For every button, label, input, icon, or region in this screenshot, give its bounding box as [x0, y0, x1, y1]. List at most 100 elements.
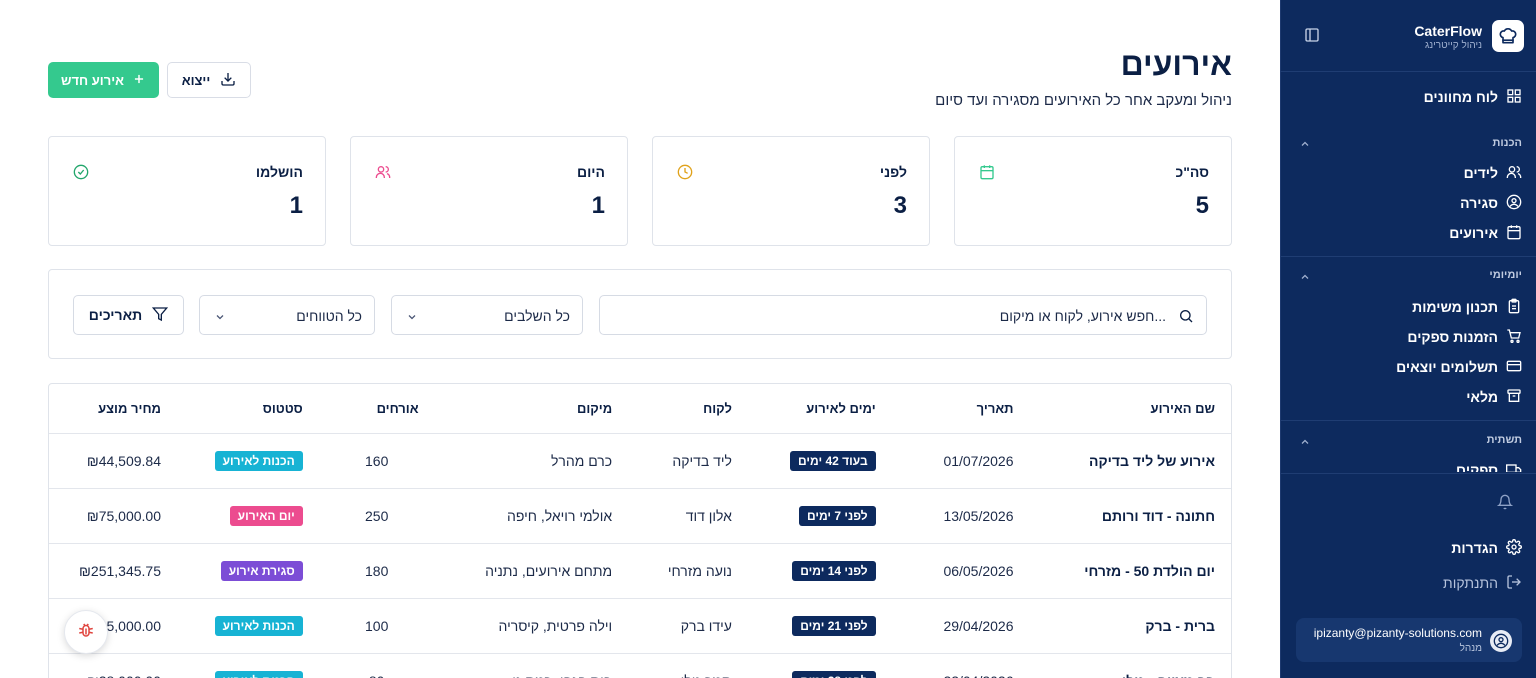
export-button[interactable]: ייצוא: [167, 62, 251, 98]
client-cell: תמר גולן: [628, 653, 748, 678]
table-row[interactable]: בר מצווה - גולן22/04/2026 לפני 28 ימים תמר…: [49, 653, 1231, 678]
sidebar-item-closing[interactable]: סגירה: [1460, 191, 1522, 215]
sidebar-item-suppliers[interactable]: ספקים: [1456, 458, 1522, 472]
nav-group-infra: תשתית: [1486, 434, 1522, 446]
sidebar-item-label: תכנון משימות: [1412, 299, 1498, 315]
stat-label: הושלמו: [255, 164, 303, 180]
days-cell: לפני 21 ימים: [747, 598, 892, 654]
column-header[interactable]: תאריך: [891, 384, 1030, 434]
event-name-cell: אירוע של ליד בדיקה: [1029, 433, 1231, 489]
column-header[interactable]: מיקום: [434, 384, 629, 434]
stage-select[interactable]: כל השלבים: [391, 295, 583, 335]
sidebar-item-inventory[interactable]: מלאי: [1466, 385, 1522, 409]
sidebar-toggle-icon[interactable]: [1304, 27, 1322, 45]
user-circle-icon: [1506, 194, 1522, 213]
dates-filter-button[interactable]: תאריכים: [73, 295, 184, 335]
main-content: אירועים ניהול ומעקב אחר כל האירועים מסגי…: [48, 0, 1232, 678]
bell-icon[interactable]: [1496, 494, 1514, 510]
range-select[interactable]: כל הטווחים: [199, 295, 375, 335]
table-row[interactable]: אירוע של ליד בדיקה 01/07/2026 בעוד 42 ימים…: [49, 433, 1231, 489]
column-header[interactable]: מחיר מוצע: [49, 384, 177, 434]
sidebar-item-outgoing-payments[interactable]: תשלומים יוצאים: [1396, 355, 1522, 379]
table-row[interactable]: חתונה - דוד ורותם 13/05/2026 לפני 7 ימים אל…: [49, 488, 1231, 544]
event-name-cell: בר מצווה - גולן: [1029, 653, 1231, 678]
days-badge: לפני 7 ימים: [798, 505, 876, 526]
search-placeholder: חפש אירוע, לקוח או מיקום...: [999, 308, 1166, 324]
sidebar-item-label: אירועים: [1449, 225, 1498, 241]
stat-card-before: לפני 3: [652, 136, 930, 246]
sidebar-item-task-planning[interactable]: תכנון משימות: [1412, 295, 1522, 319]
column-header[interactable]: ימים לאירוע: [747, 384, 892, 434]
client-cell: ליד בדיקה: [628, 433, 748, 489]
stat-value: 1: [289, 192, 303, 219]
export-label: ייצוא: [181, 72, 211, 88]
truck-icon: [1506, 461, 1522, 472]
sidebar: CaterFlow ניהול קייטרינג לוח מחוונים הכנ…: [1280, 0, 1536, 678]
stat-card-completed: הושלמו 1: [48, 136, 326, 246]
new-event-button[interactable]: אירוע חדש: [48, 62, 159, 98]
logout-icon: [1506, 574, 1522, 593]
sidebar-item-leads[interactable]: לידים: [1464, 161, 1522, 185]
sidebar-item-label: לידים: [1463, 165, 1498, 181]
calendar-icon: [1506, 224, 1522, 243]
stat-value: 1: [591, 192, 605, 219]
guests-cell: 250: [318, 488, 435, 544]
user-role: מנהל: [1459, 643, 1482, 654]
sidebar-item-dashboard[interactable]: לוח מחוונים: [1424, 85, 1522, 109]
status-cell: הכנות לאירוע: [177, 598, 319, 654]
sidebar-item-logout[interactable]: התנתקות: [1443, 571, 1522, 595]
days-badge: לפני 21 ימים: [792, 615, 876, 636]
sidebar-item-label: מלאי: [1466, 389, 1498, 405]
table-header-row: שם האירוע תאריך ימים לאירוע לקוח מיקום א…: [49, 384, 1231, 434]
chevron-down-icon: [214, 310, 226, 322]
stat-card-total: סה"כ 5: [954, 136, 1232, 246]
chevron-up-icon[interactable]: [1299, 137, 1311, 149]
grid-icon: [1506, 88, 1522, 107]
cart-icon: [1506, 328, 1522, 347]
table-row[interactable]: יום הולדת 50 - מזרחי 06/05/2026 לפני 14 ימ…: [49, 543, 1231, 599]
sidebar-item-settings[interactable]: הגדרות: [1451, 536, 1522, 560]
sidebar-item-label: לוח מחוונים: [1423, 89, 1498, 105]
table-row[interactable]: ברית - ברק 29/04/2026 לפני 21 ימים עידו ברק…: [49, 598, 1231, 654]
event-name-cell: חתונה - דוד ורותם: [1029, 488, 1231, 544]
location-cell: בית הגפן, רמת גן: [434, 653, 629, 678]
user-card[interactable]: ipizanty@pizanty-solutions.com מנהל: [1296, 618, 1522, 662]
location-cell: אולמי רויאל, חיפה: [434, 488, 629, 544]
column-header[interactable]: אורחים: [318, 384, 435, 434]
new-event-label: אירוע חדש: [61, 72, 124, 88]
status-badge: הכנות לאירוע: [214, 670, 303, 678]
bug-report-button[interactable]: [64, 610, 108, 654]
sidebar-item-supplier-orders[interactable]: הזמנות ספקים: [1407, 325, 1522, 349]
download-icon: [220, 71, 236, 90]
guests-cell: 100: [318, 598, 435, 654]
search-input[interactable]: חפש אירוע, לקוח או מיקום...: [599, 295, 1207, 335]
sidebar-item-label: הזמנות ספקים: [1407, 329, 1498, 345]
divider: [1281, 420, 1536, 421]
column-header[interactable]: סטטוס: [177, 384, 319, 434]
date-cell: 01/07/2026: [891, 433, 1030, 489]
events-table: שם האירוע תאריך ימים לאירוע לקוח מיקום א…: [48, 383, 1232, 678]
clock-icon: [677, 164, 693, 180]
days-cell: לפני 28 ימים: [747, 653, 892, 678]
calendar-icon: [979, 164, 995, 180]
users-icon: [375, 164, 391, 180]
sidebar-item-label: התנתקות: [1443, 575, 1498, 591]
price-cell: ₪28,000.00: [49, 653, 177, 678]
stat-value: 3: [893, 192, 907, 219]
days-cell: לפני 7 ימים: [747, 488, 892, 544]
avatar: [1490, 630, 1512, 652]
clipboard-icon: [1506, 298, 1522, 317]
sidebar-header: CaterFlow ניהול קייטרינג: [1280, 0, 1536, 72]
status-badge: יום האירוע: [229, 505, 303, 526]
column-header[interactable]: שם האירוע: [1029, 384, 1231, 434]
column-header[interactable]: לקוח: [628, 384, 748, 434]
chevron-up-icon[interactable]: [1299, 435, 1311, 447]
chevron-up-icon[interactable]: [1299, 270, 1311, 282]
event-name-cell: יום הולדת 50 - מזרחי: [1029, 543, 1231, 599]
days-cell: בעוד 42 ימים: [747, 433, 892, 489]
range-select-value: כל הטווחים: [296, 308, 362, 324]
brand-name: CaterFlow: [1414, 23, 1482, 39]
sidebar-item-events[interactable]: אירועים: [1449, 221, 1522, 245]
client-cell: אלון דוד: [628, 488, 748, 544]
days-badge: לפני 28 ימים: [792, 670, 876, 678]
